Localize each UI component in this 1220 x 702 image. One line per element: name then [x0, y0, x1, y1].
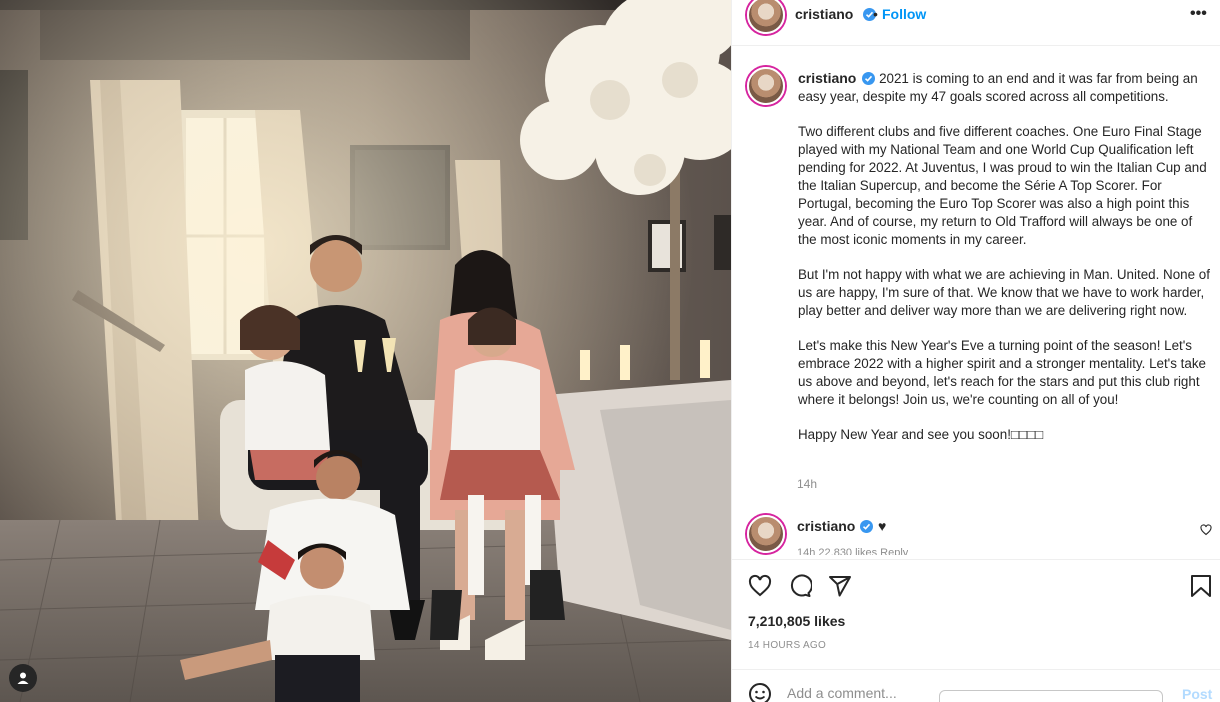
post-comment-button[interactable]: Post: [1182, 686, 1212, 702]
heart-icon[interactable]: [748, 574, 772, 603]
family-photo-illustration: [0, 0, 731, 702]
post-caption: cristiano 2021 is coming to an end and i…: [798, 69, 1212, 461]
follow-button[interactable]: Follow: [882, 6, 926, 22]
caption-paragraph: Happy New Year and see you soon!□□□□: [798, 427, 1044, 442]
add-comment-bar: Post: [732, 669, 1220, 702]
more-options-icon[interactable]: •••: [1190, 5, 1207, 23]
verified-badge-icon: [860, 520, 873, 533]
caption-paragraph: But I'm not happy with what we are achie…: [798, 267, 1210, 318]
comment-like-heart-icon[interactable]: [1200, 523, 1212, 541]
caption-avatar[interactable]: [747, 67, 785, 105]
comment-input-outline: [939, 690, 1163, 702]
comment-item: cristiano ♥ 14h 22,830 likes Reply: [732, 505, 1220, 559]
comment-text: ♥: [878, 518, 887, 534]
likes-count[interactable]: 7,210,805 likes: [748, 613, 845, 629]
post-actions: 7,210,805 likes 14 HOURS AGO: [732, 559, 1220, 669]
caption-paragraph: Two different clubs and five different c…: [798, 124, 1207, 247]
share-icon[interactable]: [828, 574, 852, 603]
comment-icon[interactable]: [788, 574, 813, 603]
post-age: 14 HOURS AGO: [748, 640, 827, 651]
caption-paragraph: Let's make this New Year's Eve a turning…: [798, 338, 1206, 407]
post-header: cristiano • Follow •••: [732, 0, 1220, 46]
author-username[interactable]: cristiano: [795, 6, 853, 22]
caption-timestamp: 14h: [797, 477, 818, 491]
caption-paragraph: 2021 is coming to an end and it was far …: [798, 71, 1198, 104]
post-details-pane: cristiano • Follow ••• cristiano 2021 is…: [731, 0, 1220, 702]
verified-badge-icon: [862, 72, 876, 85]
emoji-icon[interactable]: [748, 682, 772, 702]
user-tag-icon[interactable]: [9, 664, 37, 692]
commenter-avatar[interactable]: [747, 515, 785, 553]
header-separator: •: [873, 6, 878, 22]
comment-meta: 14h 22,830 likes Reply: [797, 547, 909, 555]
caption-username[interactable]: cristiano: [798, 70, 856, 86]
author-avatar[interactable]: [747, 0, 785, 34]
post-photo[interactable]: [0, 0, 731, 702]
caption-scroll-area[interactable]: cristiano 2021 is coming to an end and i…: [732, 47, 1220, 559]
comment-input[interactable]: [787, 685, 937, 701]
commenter-username[interactable]: cristiano: [797, 518, 855, 534]
bookmark-icon[interactable]: [1190, 574, 1212, 603]
